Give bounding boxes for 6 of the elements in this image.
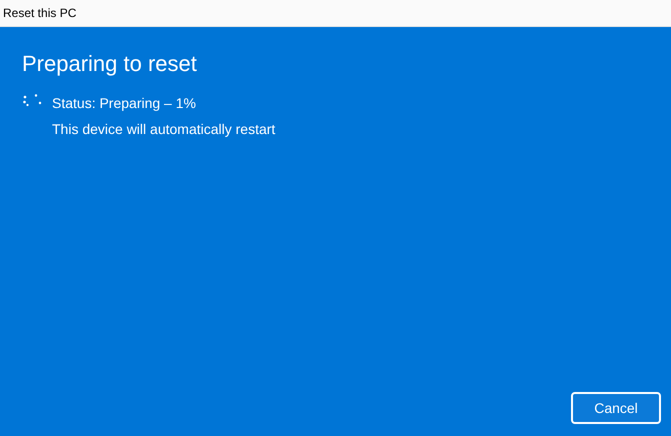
restart-note: This device will automatically restart [52,121,276,137]
heading: Preparing to reset [22,51,198,77]
status-text: Status: Preparing – 1% [52,95,196,111]
cancel-button[interactable]: Cancel [571,392,661,424]
window-title: Reset this PC [3,6,76,20]
spinner-icon [22,94,42,108]
